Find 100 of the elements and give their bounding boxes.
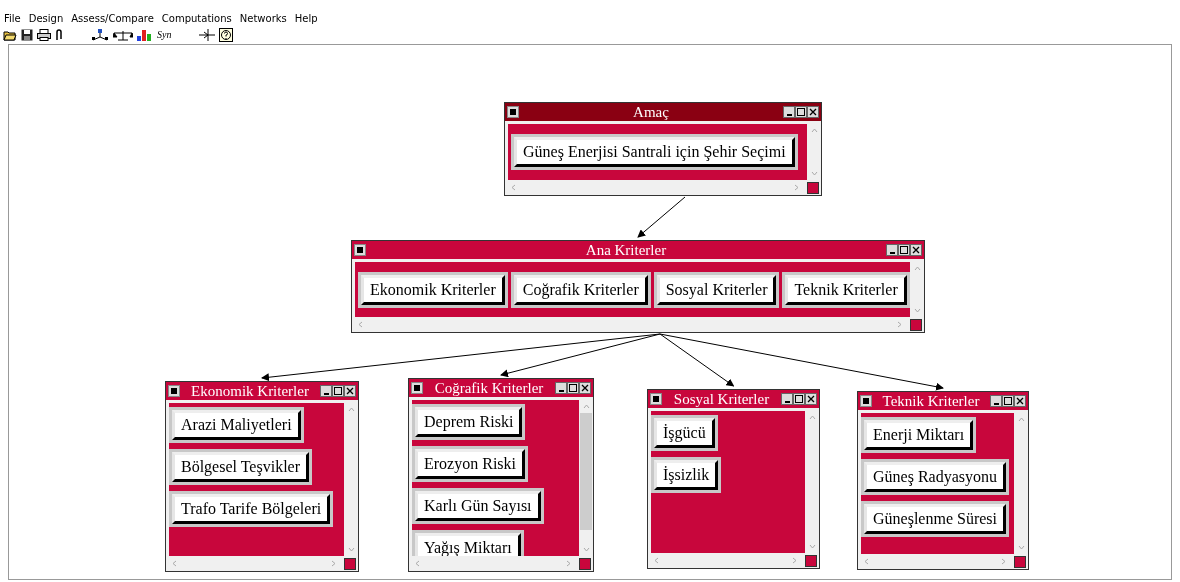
window-title: Coğrafik Kriterler bbox=[433, 379, 545, 397]
menu-item[interactable]: Computations bbox=[161, 12, 232, 24]
resize-handle[interactable] bbox=[910, 318, 922, 331]
system-menu-button[interactable] bbox=[411, 382, 423, 394]
minimize-button[interactable] bbox=[886, 244, 898, 256]
close-button[interactable] bbox=[579, 382, 591, 394]
minimize-button[interactable] bbox=[555, 382, 567, 394]
title-bar[interactable]: Sosyal Kriterler bbox=[648, 390, 819, 408]
node-item[interactable]: Sosyal Kriterler bbox=[656, 274, 777, 305]
maximize-button[interactable] bbox=[793, 393, 805, 405]
node-item[interactable]: Güneşlenme Süresi bbox=[864, 504, 1006, 534]
node-item[interactable]: Güneş Enerjisi Santrali için Şehir Seçimi bbox=[514, 137, 795, 167]
node-window[interactable]: Coğrafik Kriterler Deprem Riski Erozyon Riski Karlı Gün Sayısı Yağış Miktarı bbox=[408, 378, 594, 572]
maximize-button[interactable] bbox=[332, 385, 344, 397]
window-title: Sosyal Kriterler bbox=[672, 390, 771, 408]
maximize-icon bbox=[569, 384, 577, 392]
resize-handle[interactable] bbox=[805, 554, 817, 567]
square-icon bbox=[414, 385, 420, 391]
node-item[interactable]: Erozyon Riski bbox=[415, 449, 525, 479]
close-icon bbox=[912, 246, 920, 254]
resize-handle[interactable] bbox=[1014, 555, 1026, 568]
title-bar[interactable]: Coğrafik Kriterler bbox=[409, 379, 593, 397]
menu-item[interactable]: Networks bbox=[239, 12, 287, 24]
node-item[interactable]: Bölgesel Teşvikler bbox=[172, 452, 309, 482]
node-item[interactable]: Deprem Riski bbox=[415, 407, 523, 437]
paperclip-icon[interactable] bbox=[55, 28, 63, 41]
node-item[interactable]: Enerji Miktarı bbox=[864, 420, 974, 450]
node-item[interactable]: İşgücü bbox=[654, 418, 715, 448]
minimize-button[interactable] bbox=[990, 395, 1002, 407]
close-button[interactable] bbox=[805, 393, 817, 405]
menu-item[interactable]: Help bbox=[294, 12, 318, 24]
node-item[interactable]: Coğrafik Kriterler bbox=[513, 274, 648, 305]
node-window[interactable]: Ana Kriterler Ekonomik Kriterler Coğrafik Kriterler Sosyal Kriterler Teknik Kriterler bbox=[351, 240, 925, 333]
close-button[interactable] bbox=[910, 244, 922, 256]
close-icon bbox=[807, 395, 815, 403]
close-button[interactable] bbox=[807, 106, 819, 118]
title-bar[interactable]: Amaç bbox=[505, 103, 821, 121]
title-bar[interactable]: Ekonomik Kriterler bbox=[166, 382, 358, 400]
print-icon[interactable] bbox=[37, 28, 51, 41]
title-bar[interactable]: Teknik Kriterler bbox=[858, 392, 1028, 410]
node-item[interactable]: Arazi Maliyetleri bbox=[172, 410, 301, 440]
node-window[interactable]: Teknik Kriterler Enerji Miktarı Güneş Radyasyonu Güneşlenme Süresi bbox=[857, 391, 1029, 570]
open-folder-icon[interactable] bbox=[3, 28, 17, 41]
help-icon[interactable] bbox=[219, 27, 234, 42]
minimize-button[interactable] bbox=[320, 385, 332, 397]
window-title: Ana Kriterler bbox=[584, 241, 668, 259]
node-item[interactable]: Yağış Miktarı bbox=[415, 533, 521, 556]
square-icon bbox=[863, 398, 869, 404]
node-item[interactable]: Trafo Tarife Bölgeleri bbox=[172, 494, 331, 524]
close-button[interactable] bbox=[344, 385, 356, 397]
synthesis-label[interactable]: Syn bbox=[157, 29, 172, 40]
maximize-button[interactable] bbox=[898, 244, 910, 256]
hierarchy-icon[interactable] bbox=[91, 28, 109, 41]
resize-handle[interactable] bbox=[807, 181, 819, 194]
node-window[interactable]: Amaç Güneş Enerjisi Santrali için Şehir Seçimi bbox=[504, 102, 822, 196]
system-menu-button[interactable] bbox=[507, 106, 519, 118]
save-icon[interactable] bbox=[21, 28, 33, 41]
close-icon bbox=[809, 108, 817, 116]
close-icon bbox=[581, 384, 589, 392]
menu-item[interactable]: Assess/Compare bbox=[71, 12, 154, 24]
maximize-icon bbox=[795, 395, 803, 403]
system-menu-button[interactable] bbox=[650, 393, 662, 405]
maximize-button[interactable] bbox=[795, 106, 807, 118]
menu-item[interactable]: Design bbox=[28, 12, 64, 24]
square-icon bbox=[357, 247, 363, 253]
minimize-button[interactable] bbox=[781, 393, 793, 405]
maximize-button[interactable] bbox=[1002, 395, 1014, 407]
system-menu-button[interactable] bbox=[860, 395, 872, 407]
window-title: Amaç bbox=[632, 103, 670, 121]
node-window[interactable]: Sosyal Kriterler İşgücü İşsizlik bbox=[647, 389, 820, 569]
title-bar[interactable]: Ana Kriterler bbox=[352, 241, 924, 259]
node-item[interactable]: Teknik Kriterler bbox=[785, 274, 907, 305]
node-item[interactable]: İşsizlik bbox=[654, 460, 719, 490]
maximize-icon bbox=[797, 108, 805, 116]
node-item[interactable]: Güneş Radyasyonu bbox=[864, 462, 1006, 492]
crosshair-icon[interactable] bbox=[199, 28, 216, 41]
close-button[interactable] bbox=[1014, 395, 1026, 407]
maximize-button[interactable] bbox=[567, 382, 579, 394]
close-icon bbox=[346, 387, 354, 395]
node-item[interactable]: Karlı Gün Sayısı bbox=[415, 491, 541, 521]
balance-icon[interactable] bbox=[113, 28, 133, 41]
arrow bbox=[637, 196, 686, 238]
square-icon bbox=[653, 396, 659, 402]
node-item[interactable]: Ekonomik Kriterler bbox=[361, 274, 505, 305]
maximize-icon bbox=[334, 387, 342, 395]
bar-chart-icon[interactable] bbox=[137, 28, 151, 41]
square-icon bbox=[171, 388, 177, 394]
resize-handle[interactable] bbox=[579, 557, 591, 570]
scroll-thumb[interactable] bbox=[580, 413, 592, 530]
maximize-icon bbox=[900, 246, 908, 254]
close-icon bbox=[1016, 397, 1024, 405]
system-menu-button[interactable] bbox=[354, 244, 366, 256]
minimize-button[interactable] bbox=[783, 106, 795, 118]
system-menu-button[interactable] bbox=[168, 385, 180, 397]
menu-item[interactable]: File bbox=[4, 12, 21, 24]
window-title: Ekonomik Kriterler bbox=[190, 382, 310, 400]
window-title: Teknik Kriterler bbox=[881, 392, 981, 410]
node-window[interactable]: Ekonomik Kriterler Arazi Maliyetleri Bölgesel Teşvikler Trafo Tarife Bölgeleri bbox=[165, 381, 359, 572]
resize-handle[interactable] bbox=[344, 557, 356, 570]
square-icon bbox=[510, 109, 516, 115]
